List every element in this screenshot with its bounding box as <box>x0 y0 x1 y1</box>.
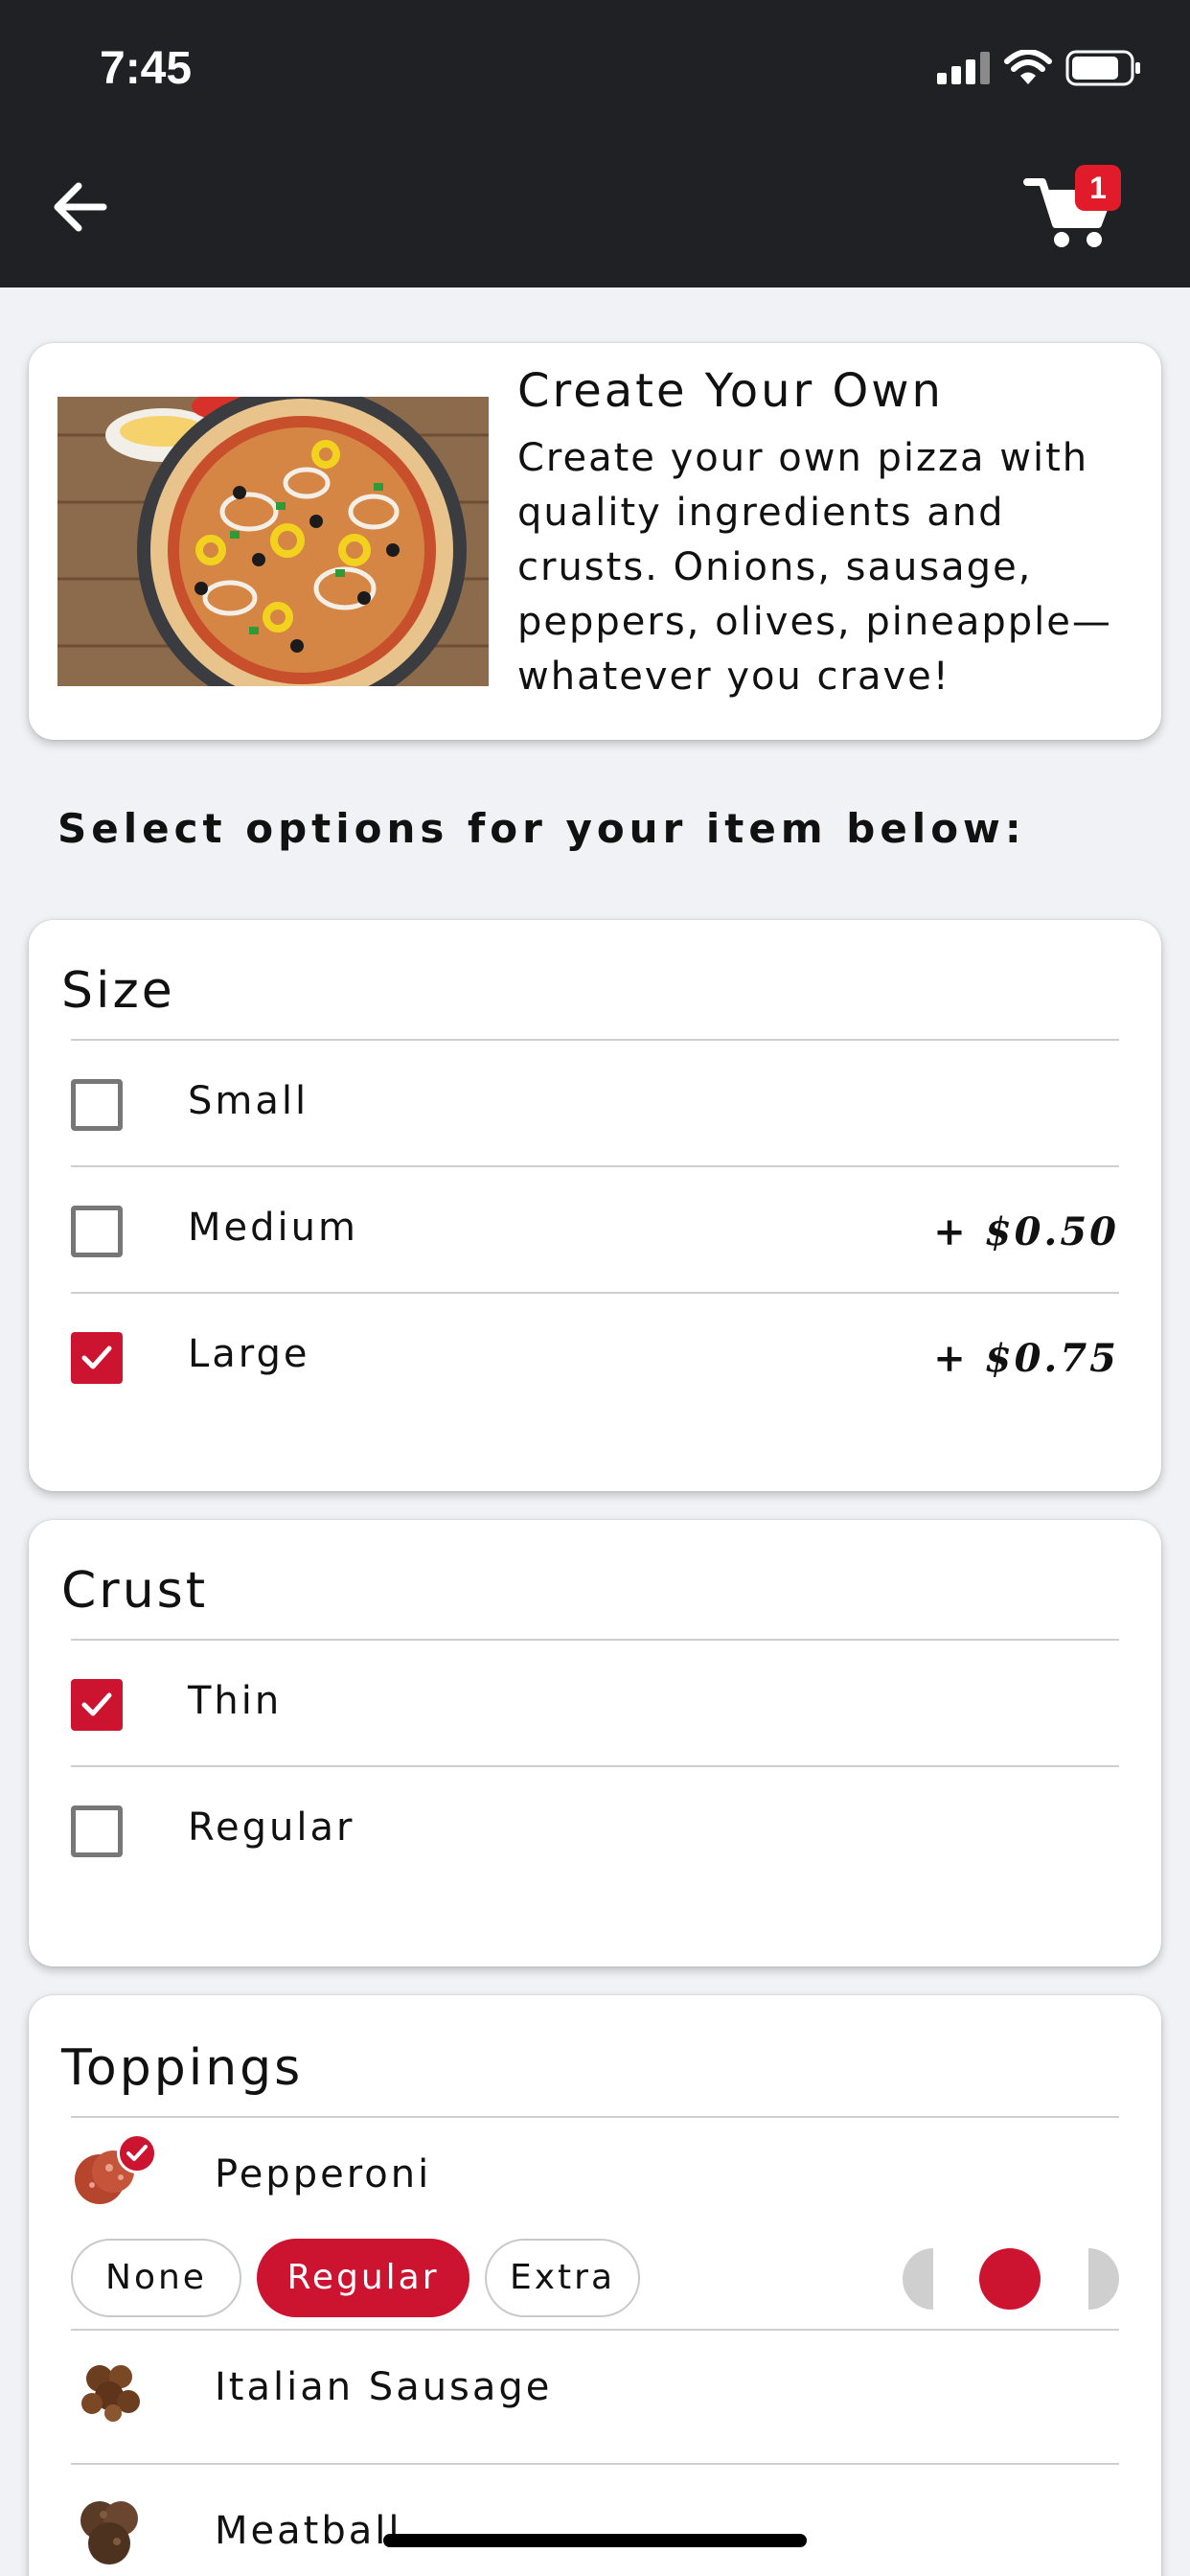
checkmark-icon <box>81 1346 112 1369</box>
option-price: + $0.75 <box>933 1336 1119 1381</box>
divider <box>71 2329 1119 2331</box>
signal-icon <box>937 52 990 84</box>
checkbox[interactable] <box>71 1806 123 1857</box>
checkbox[interactable] <box>71 1206 123 1257</box>
size-section: Size Small Medium + $0.50 Large + $0.75 <box>29 920 1161 1491</box>
cart-count-badge: 1 <box>1075 165 1121 211</box>
sausage-icon <box>71 2350 151 2430</box>
section-title: Size <box>61 962 175 1020</box>
divider <box>71 2463 1119 2465</box>
topping-label: Meatball <box>215 2509 402 2553</box>
topping-pepperoni[interactable]: Pepperoni <box>71 2133 1119 2212</box>
portion-whole-icon <box>979 2248 1041 2310</box>
wifi-icon <box>1004 50 1052 84</box>
option-label: Medium <box>188 1206 358 1250</box>
arrow-left-icon <box>54 182 107 232</box>
amount-regular-button[interactable]: Regular <box>257 2239 469 2317</box>
item-description: Create your own pizza with quality ingre… <box>517 436 1112 699</box>
portion-selector[interactable] <box>903 2248 1119 2310</box>
crust-option-regular[interactable]: Regular <box>71 1767 1119 1894</box>
pizza-image <box>57 397 489 686</box>
select-options-heading: Select options for your item below: <box>57 805 1026 852</box>
toppings-section: Toppings Pepperoni None Regular Extra It… <box>29 1995 1161 2576</box>
crust-option-thin[interactable]: Thin <box>71 1641 1119 1767</box>
checkmark-icon <box>126 2145 148 2161</box>
home-indicator <box>383 2534 807 2547</box>
option-label: Large <box>188 1332 310 1376</box>
item-card: Create Your Own Create your own pizza wi… <box>29 343 1161 740</box>
checkbox-checked[interactable] <box>71 1332 123 1384</box>
topping-italian-sausage[interactable]: Italian Sausage <box>71 2350 1119 2430</box>
checkmark-icon <box>81 1692 112 1716</box>
pepperoni-icon <box>71 2133 157 2216</box>
app-header: 7:45 1 <box>0 0 1190 288</box>
option-price: + $0.50 <box>933 1209 1119 1254</box>
topping-label: Italian Sausage <box>215 2365 553 2409</box>
size-option-small[interactable]: Small <box>71 1041 1119 1167</box>
crust-section: Crust Thin Regular <box>29 1520 1161 1966</box>
option-label: Regular <box>188 1806 355 1850</box>
size-option-medium[interactable]: Medium + $0.50 <box>71 1167 1119 1294</box>
selected-badge <box>117 2133 157 2174</box>
back-button[interactable] <box>46 172 115 242</box>
amount-none-button[interactable]: None <box>71 2239 241 2317</box>
topping-label: Pepperoni <box>215 2152 432 2196</box>
section-title: Toppings <box>61 2039 304 2097</box>
portion-right-half-icon <box>1088 2248 1119 2310</box>
divider <box>71 2116 1119 2118</box>
battery-icon <box>1065 50 1140 86</box>
item-title: Create Your Own <box>517 364 944 418</box>
size-option-large[interactable]: Large + $0.75 <box>71 1294 1119 1420</box>
meatball-icon <box>71 2490 151 2570</box>
amount-extra-button[interactable]: Extra <box>485 2239 640 2317</box>
option-label: Thin <box>188 1679 283 1723</box>
portion-left-half-icon <box>903 2248 933 2310</box>
section-title: Crust <box>61 1562 209 1620</box>
option-label: Small <box>188 1079 309 1123</box>
topping-meatball[interactable]: Meatball <box>71 2490 1119 2570</box>
status-time: 7:45 <box>100 43 193 94</box>
checkbox[interactable] <box>71 1079 123 1131</box>
checkbox-checked[interactable] <box>71 1679 123 1731</box>
status-icons <box>937 50 1142 86</box>
